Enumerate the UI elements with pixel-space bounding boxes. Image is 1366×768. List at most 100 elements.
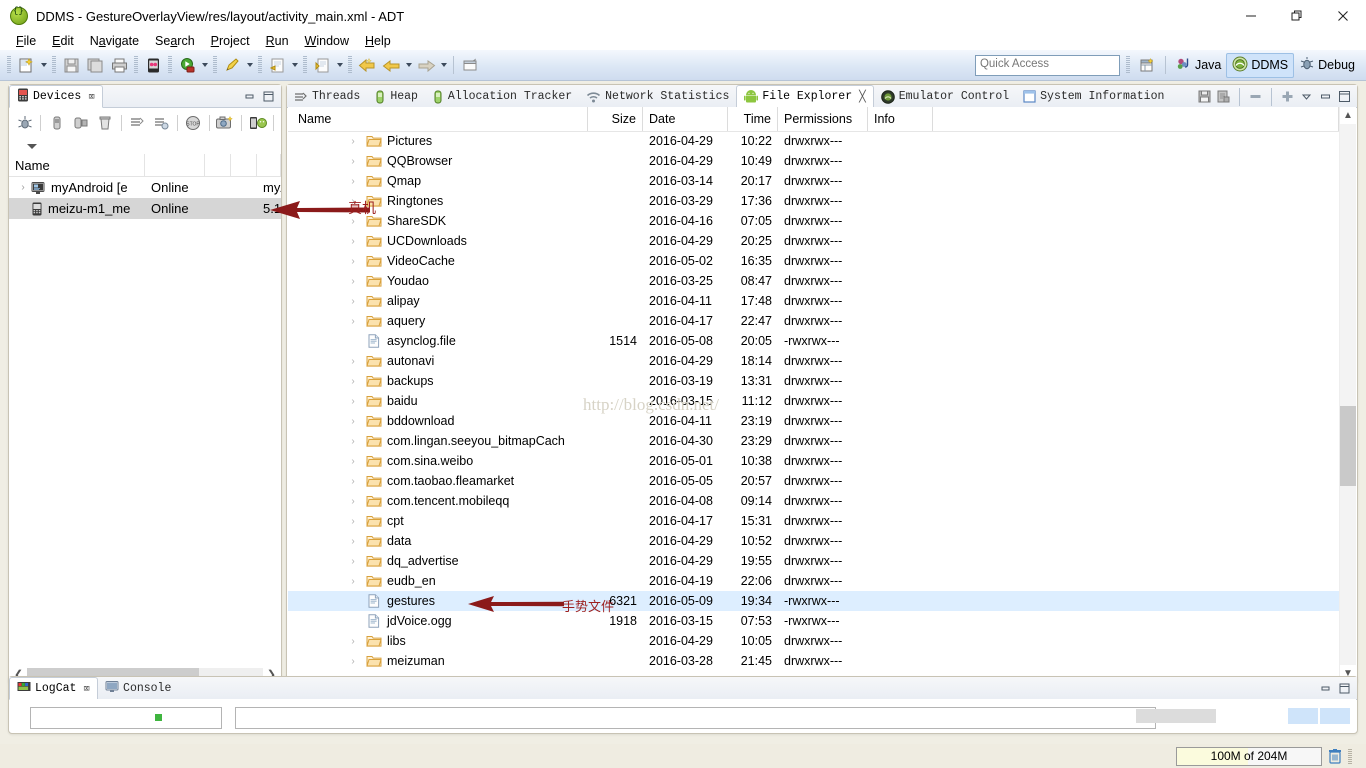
toolbar-grip-2[interactable] (52, 56, 56, 74)
expand-twisty-icon[interactable]: › (346, 336, 360, 347)
minimize-view-icon[interactable] (241, 88, 258, 105)
file-row[interactable]: › Pictures 2016-04-29 10:22 drwxrwx--- (288, 131, 1339, 151)
expand-twisty-icon[interactable]: › (346, 496, 360, 507)
android-sdk-manager-icon[interactable] (142, 54, 164, 76)
menu-run[interactable]: Run (258, 33, 297, 49)
update-threads-icon[interactable] (126, 111, 149, 135)
toolbar-grip-3[interactable] (134, 56, 138, 74)
minimize-button[interactable] (1228, 0, 1274, 32)
expand-twisty-icon[interactable]: › (346, 376, 360, 387)
logcat-toolbar-button-2[interactable] (1320, 708, 1350, 724)
forward-icon[interactable] (415, 54, 437, 76)
file-vscroll-track[interactable] (1340, 124, 1356, 665)
devices-col-4[interactable] (231, 154, 257, 176)
tab-threads[interactable]: Threads (287, 86, 367, 107)
file-row[interactable]: › Youdao 2016-03-25 08:47 drwxrwx--- (288, 271, 1339, 291)
expand-twisty-icon[interactable]: › (346, 636, 360, 647)
file-row[interactable]: › cpt 2016-04-17 15:31 drwxrwx--- (288, 511, 1339, 531)
expand-twisty-icon[interactable]: › (346, 536, 360, 547)
file-row[interactable]: › dq_advertise 2016-04-29 19:55 drwxrwx--- (288, 551, 1339, 571)
debug-process-icon[interactable] (13, 111, 36, 135)
new-wizard-icon[interactable] (15, 54, 37, 76)
close-icon[interactable]: ╳ (859, 90, 866, 104)
menu-help[interactable]: Help (357, 33, 399, 49)
screen-capture-icon[interactable] (214, 111, 237, 135)
toolbar-grip-7[interactable] (303, 56, 307, 74)
file-row[interactable]: › com.sina.weibo 2016-05-01 10:38 drwxrwx--- (288, 451, 1339, 471)
file-row[interactable]: › Qmap 2016-03-14 20:17 drwxrwx--- (288, 171, 1339, 191)
tab-logcat[interactable]: LogCat ⌧ (9, 677, 99, 700)
file-explorer-vertical-scrollbar[interactable]: ▲ ▼ (1339, 107, 1356, 682)
devices-col-2[interactable] (145, 154, 205, 176)
devices-col-3[interactable] (205, 154, 231, 176)
expand-twisty-icon[interactable]: › (346, 436, 360, 447)
tab-file-explorer[interactable]: File Explorer ╳ (736, 85, 874, 108)
start-method-profiling-icon[interactable] (150, 111, 173, 135)
col-header-name[interactable]: Name (288, 107, 588, 131)
expand-twisty-icon[interactable]: › (346, 416, 360, 427)
expand-twisty-icon[interactable]: › (346, 476, 360, 487)
stop-process-icon[interactable]: STOP (182, 111, 205, 135)
toolbar-grip-4[interactable] (168, 56, 172, 74)
device-row[interactable]: › myAndroid [e Online myA (9, 177, 281, 198)
expand-twisty-icon[interactable]: › (15, 182, 31, 193)
tab-emulator-control[interactable]: Emulator Control (874, 86, 1016, 107)
file-row[interactable]: › aquery 2016-04-17 22:47 drwxrwx--- (288, 311, 1339, 331)
perspective-ddms[interactable]: DDMS (1226, 52, 1295, 78)
heap-progress-bar[interactable]: 100M of 204M (1176, 746, 1322, 766)
expand-twisty-icon[interactable]: › (346, 576, 360, 587)
toolbar-grip[interactable] (7, 56, 11, 74)
tab-console[interactable]: Console (98, 678, 178, 699)
file-row[interactable]: › jdVoice.ogg 1918 2016-03-15 07:53 -rwxrwx--… (288, 611, 1339, 631)
col-header-info[interactable]: Info (868, 107, 933, 131)
expand-twisty-icon[interactable]: › (346, 296, 360, 307)
next-annotation-dropdown-icon[interactable] (334, 54, 345, 76)
col-header-size[interactable]: Size (588, 107, 643, 131)
tab-heap[interactable]: Heap (367, 86, 425, 107)
print-icon[interactable] (108, 54, 130, 76)
file-row[interactable]: › bddownload 2016-04-11 23:19 drwxrwx--- (288, 411, 1339, 431)
status-bar-grip[interactable] (1348, 748, 1352, 764)
file-row[interactable]: › com.lingan.seeyou_bitmapCach 2016-04-30 2… (288, 431, 1339, 451)
maximize-view-icon[interactable] (1336, 680, 1353, 697)
perspective-grip[interactable] (1125, 56, 1130, 74)
menu-project[interactable]: Project (203, 33, 258, 49)
expand-twisty-icon[interactable]: › (346, 596, 360, 607)
file-row[interactable]: ›gestures63212016-05-0919:34-rwxrwx--- (288, 591, 1339, 611)
toolbar-grip-6[interactable] (258, 56, 262, 74)
run-dropdown-icon[interactable] (199, 54, 210, 76)
expand-twisty-icon[interactable]: › (346, 616, 360, 627)
logcat-search-input[interactable] (235, 707, 1156, 729)
save-device-info-icon[interactable] (1196, 88, 1213, 105)
expand-twisty-icon[interactable]: › (346, 456, 360, 467)
menu-navigate[interactable]: Navigate (82, 33, 147, 49)
file-row[interactable]: › eudb_en 2016-04-19 22:06 drwxrwx--- (288, 571, 1339, 591)
file-row[interactable]: › QQBrowser 2016-04-29 10:49 drwxrwx--- (288, 151, 1339, 171)
minimize-view-icon[interactable] (1317, 680, 1334, 697)
expand-twisty-icon[interactable]: › (346, 236, 360, 247)
pull-file-icon[interactable] (1215, 88, 1232, 105)
pin-editor-icon[interactable] (459, 54, 481, 76)
toolbar-grip-5[interactable] (213, 56, 217, 74)
forward-dropdown-icon[interactable] (438, 54, 449, 76)
external-tools-icon[interactable] (221, 54, 243, 76)
cause-gc-icon[interactable] (93, 111, 116, 135)
file-row[interactable]: › alipay 2016-04-11 17:48 drwxrwx--- (288, 291, 1339, 311)
expand-twisty-icon[interactable]: › (346, 316, 360, 327)
push-file-icon[interactable] (1279, 88, 1296, 105)
back-icon[interactable] (380, 54, 402, 76)
new-wizard-dropdown-icon[interactable] (38, 54, 49, 76)
logcat-toolbar-button-1[interactable] (1288, 708, 1318, 724)
expand-twisty-icon[interactable]: › (346, 176, 360, 187)
next-annotation-icon[interactable] (311, 54, 333, 76)
toolbar-grip-8[interactable] (348, 56, 352, 74)
devices-col-5[interactable] (257, 154, 281, 176)
open-perspective-icon[interactable] (1137, 54, 1159, 76)
close-icon[interactable]: ⌧ (88, 90, 95, 104)
file-row[interactable]: › libs 2016-04-29 10:05 drwxrwx--- (288, 631, 1339, 651)
dump-view-hierarchy-icon[interactable] (246, 111, 269, 135)
file-row[interactable]: › UCDownloads 2016-04-29 20:25 drwxrwx--- (288, 231, 1339, 251)
perspective-debug[interactable]: Debug (1294, 54, 1360, 77)
expand-twisty-icon[interactable]: › (346, 256, 360, 267)
run-icon[interactable] (176, 54, 198, 76)
